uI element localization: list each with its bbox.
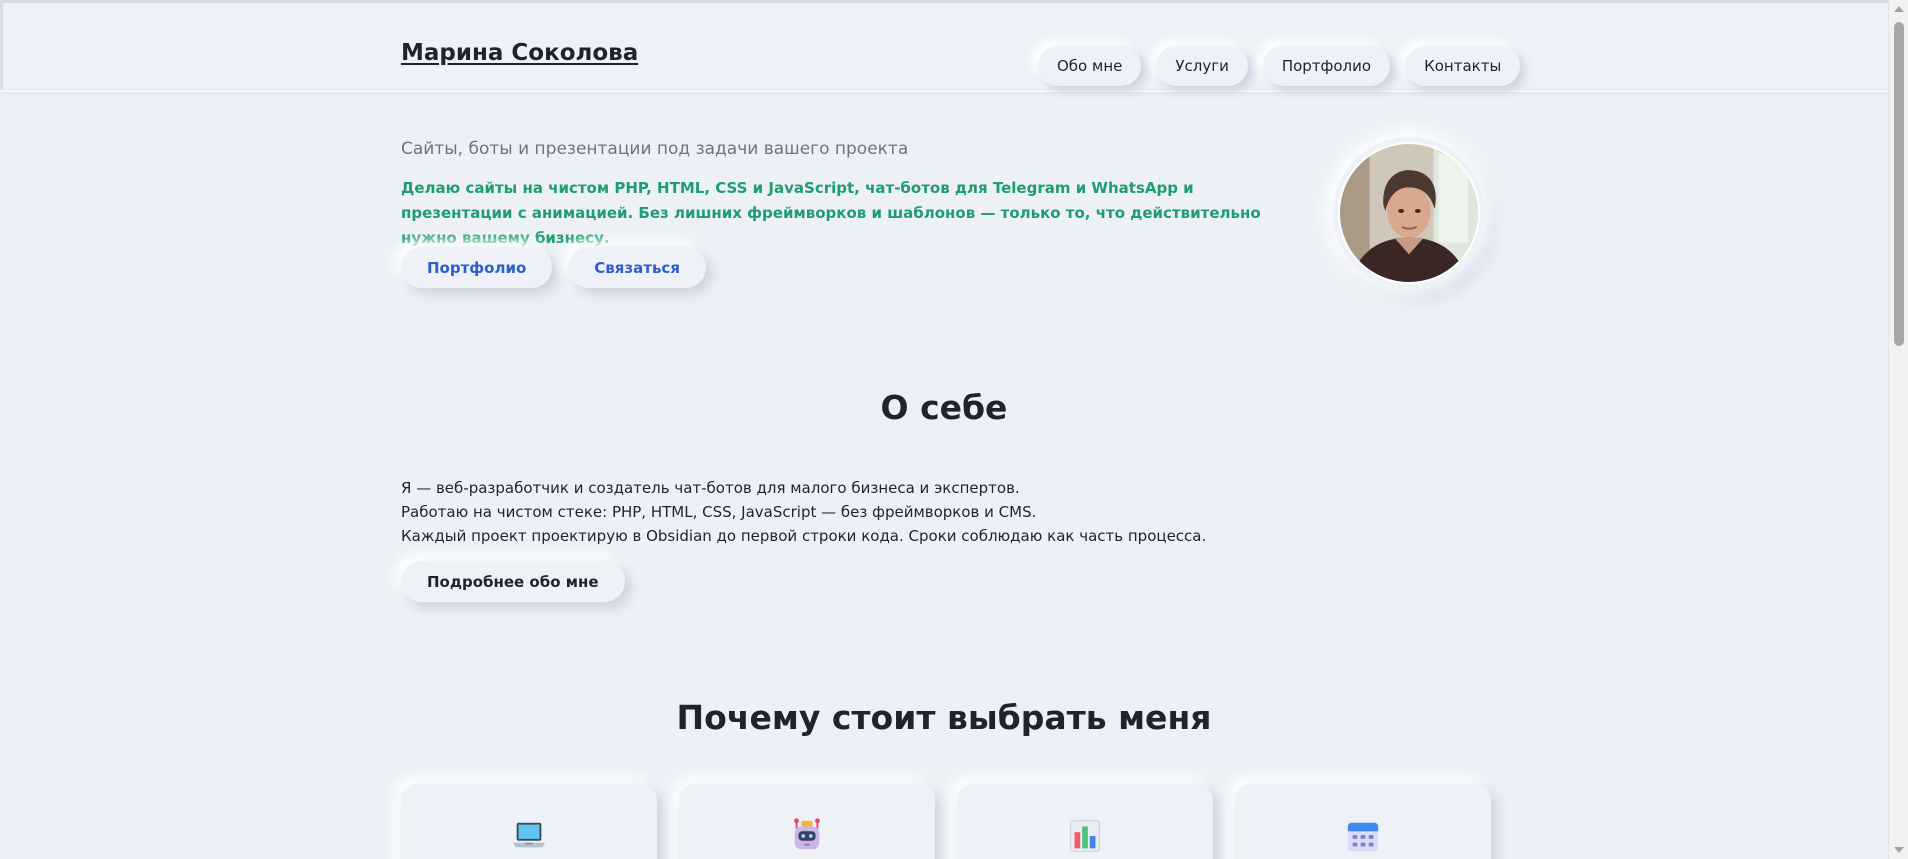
why-title: Почему стоит выбрать меня [676,698,1212,737]
avatar-frame [1333,137,1485,289]
hero-actions: Портфолио Связаться [401,247,706,288]
feature-card [401,784,657,859]
hero-subtitle: Сайты, боты и презентации под задачи ваш… [401,139,909,159]
about-line: Каждый проект проектирую в Obsidian до п… [401,527,1207,545]
scroll-down-icon[interactable] [1894,847,1904,853]
bar-chart-icon [1070,820,1100,852]
robot-icon [794,818,820,850]
scroll-thumb[interactable] [1894,22,1904,346]
about-title: О себе [880,388,1008,427]
avatar [1338,142,1480,284]
portfolio-button[interactable]: Портфолио [401,247,553,288]
features-cards [401,784,1491,859]
main-nav: Обо мне Услуги Портфолио Контакты [1038,46,1521,86]
nav-item-contacts[interactable]: Контакты [1405,46,1521,86]
about-more-button[interactable]: Подробнее обо мне [401,561,625,602]
page: Марина Соколова Обо мне Услуги Портфолио… [0,0,1908,859]
feature-card [1235,784,1491,859]
feature-card [957,784,1213,859]
contact-button[interactable]: Связаться [568,247,706,288]
about-line: Работаю на чистом стеке: PHP, HTML, CSS,… [401,503,1037,521]
about-text: Я — веб-разработчик и создатель чат-бото… [401,476,1206,548]
nav-item-about[interactable]: Обо мне [1038,46,1142,86]
nav-item-portfolio[interactable]: Портфолио [1262,46,1391,86]
calendar-icon [1347,822,1379,852]
nav-item-services[interactable]: Услуги [1156,46,1248,86]
hero-lead: Делаю сайты на чистом PHP, HTML, CSS и J… [401,179,1261,247]
site-header: Марина Соколова Обо мне Услуги Портфолио… [0,0,1888,92]
feature-card [679,784,935,859]
laptop-icon [512,822,546,848]
brand-link[interactable]: Марина Соколова [401,40,638,66]
avatar-photo [1340,144,1478,282]
scroll-up-icon[interactable] [1894,6,1904,12]
page-scrollbar[interactable] [1888,0,1908,859]
about-line: Я — веб-разработчик и создатель чат-бото… [401,479,1020,497]
